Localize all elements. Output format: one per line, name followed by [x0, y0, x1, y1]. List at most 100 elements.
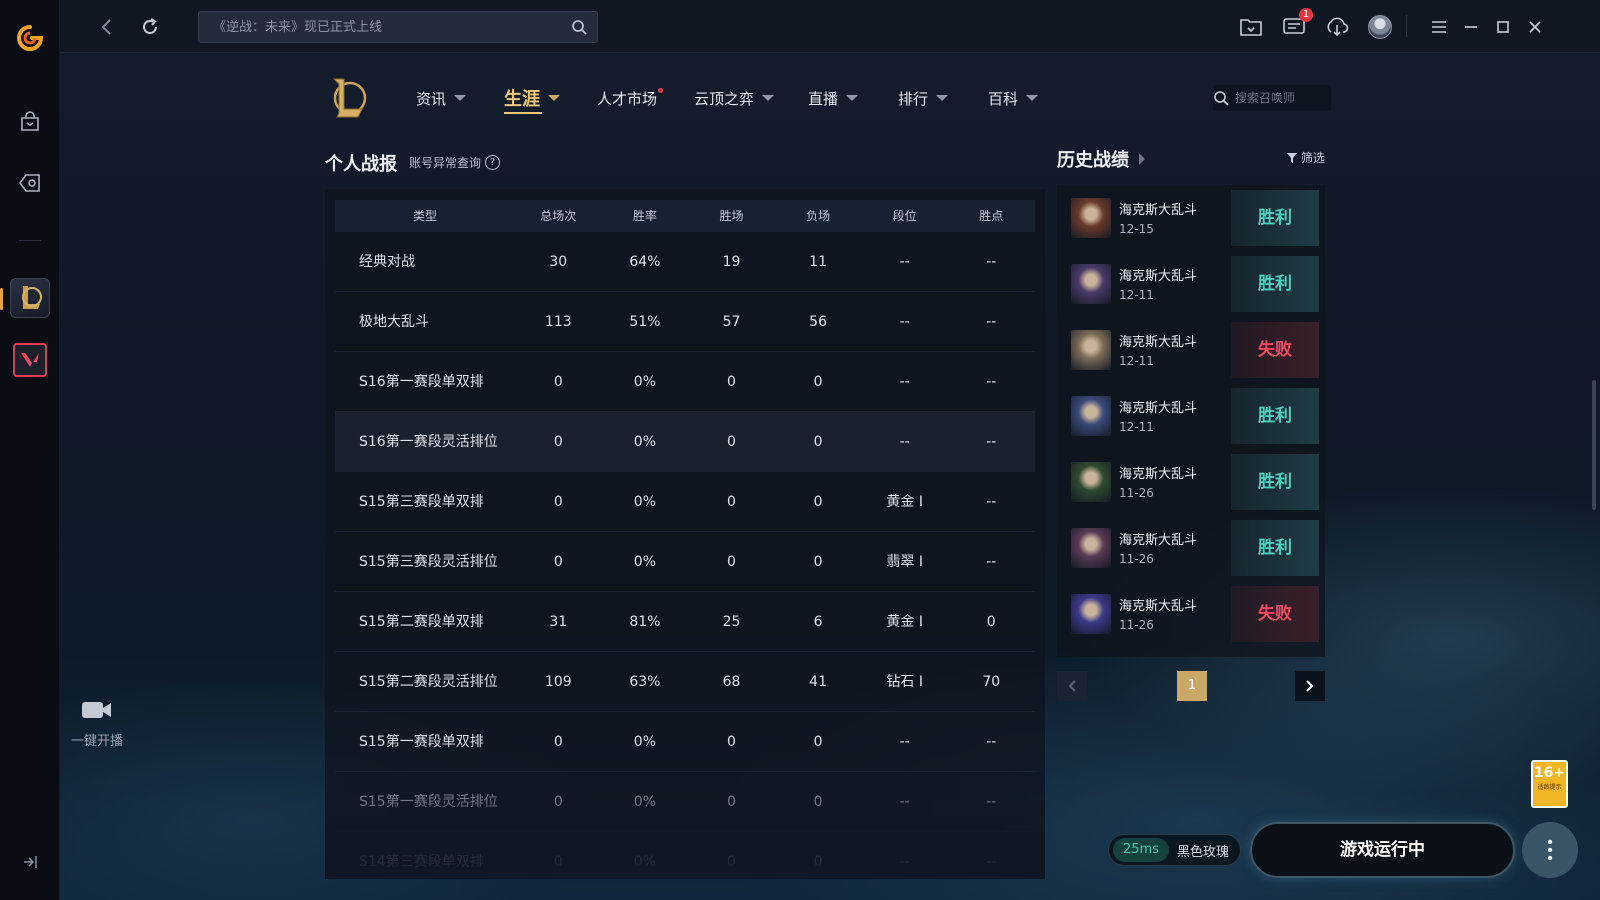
table-row[interactable]: S15第三赛段灵活排位 0 0% 0 0 翡翠 I -- [335, 532, 1035, 592]
match-item[interactable]: 海克斯大乱斗 12-11 胜利 [1057, 383, 1325, 445]
nav-ranking[interactable]: 排行 [898, 84, 949, 112]
match-item[interactable]: 海克斯大乱斗 11-26 胜利 [1057, 515, 1325, 577]
table-row[interactable]: S15第三赛段单双排 0 0% 0 0 黄金 I -- [335, 472, 1035, 532]
valorant-app-icon[interactable] [0, 340, 60, 380]
table-cell: 0 [727, 374, 736, 390]
summoner-search-input[interactable] [1229, 91, 1319, 105]
table-cell: 极地大乱斗 [359, 314, 429, 330]
table-cell: -- [899, 854, 910, 870]
match-result: 失败 [1231, 586, 1319, 642]
table-cell: 0 [727, 734, 736, 750]
table-cell: 0 [553, 854, 563, 870]
match-date: 12-11 [1119, 354, 1154, 368]
scrollbar[interactable] [1592, 380, 1596, 510]
table-row[interactable]: S15第一赛段灵活排位 0 0% 0 0 -- -- [335, 772, 1035, 832]
nav-wiki[interactable]: 百科 [988, 84, 1039, 112]
menu-icon[interactable] [1426, 14, 1452, 40]
col-type: 类型 [412, 209, 437, 223]
lol-app-icon[interactable] [0, 278, 60, 318]
table-row[interactable]: S16第一赛段单双排 0 0% 0 0 -- -- [335, 352, 1035, 412]
table-cell: 0 [553, 554, 563, 570]
game-running-button[interactable]: 游戏运行中 [1250, 822, 1515, 878]
nav-career[interactable]: 生涯 [504, 84, 560, 114]
refresh-icon[interactable] [137, 14, 163, 40]
nav-live[interactable]: 直播 [808, 84, 859, 112]
close-icon[interactable] [1522, 14, 1548, 40]
champion-portrait [1071, 330, 1111, 370]
nav-talent-market[interactable]: 人才市场 [597, 84, 664, 112]
table-cell: 黄金 I [886, 614, 923, 630]
table-cell: S15第二赛段灵活排位 [359, 674, 498, 690]
col-total: 总场次 [540, 209, 577, 223]
table-header: 类型 总场次 胜率 胜场 负场 段位 胜点 [335, 200, 1035, 232]
table-cell: S15第二赛段单双排 [359, 614, 484, 630]
filter-button[interactable]: 筛选 [1286, 149, 1325, 166]
page-number[interactable]: 1 [1177, 671, 1207, 701]
user-avatar[interactable] [1367, 14, 1393, 40]
table-cell: 11 [809, 254, 827, 270]
account-anomaly-link[interactable]: 账号异常查询 ? [409, 154, 501, 171]
match-result: 胜利 [1231, 190, 1319, 246]
table-cell: 0 [553, 734, 563, 750]
prev-page-button[interactable] [1057, 671, 1087, 701]
table-cell: 翡翠 I [886, 554, 923, 570]
table-cell: 0 [553, 494, 563, 510]
history-list: 海克斯大乱斗 12-15 胜利 海克斯大乱斗 12-11 胜利 海克斯大乱斗 12-11 失败海… [1057, 185, 1325, 657]
table-row[interactable]: 极地大乱斗 113 51% 57 56 -- -- [335, 292, 1035, 352]
match-item[interactable]: 海克斯大乱斗 12-15 胜利 [1057, 185, 1325, 247]
table-cell: 63% [629, 674, 661, 690]
messages-icon[interactable]: 1 [1281, 8, 1313, 40]
table-cell: 51% [629, 314, 661, 330]
server-status[interactable]: 25ms 黑色玫瑰 [1108, 834, 1241, 866]
match-item[interactable]: 海克斯大乱斗 11-26 胜利 [1057, 449, 1325, 511]
match-date: 11-26 [1119, 552, 1154, 566]
nav-news[interactable]: 资讯 [416, 84, 467, 112]
table-cell: 31 [549, 614, 568, 630]
game-tag-icon[interactable] [0, 163, 60, 203]
nav-tft[interactable]: 云顶之弈 [694, 84, 775, 112]
match-mode: 海克斯大乱斗 [1119, 203, 1198, 218]
chevron-right-icon [1306, 680, 1314, 692]
global-search-input[interactable] [199, 12, 559, 42]
table-cell: S16第一赛段单双排 [359, 374, 484, 390]
more-options-button[interactable] [1522, 822, 1578, 878]
maximize-icon[interactable] [1490, 14, 1516, 40]
store-bag-icon[interactable] [0, 102, 60, 142]
match-item[interactable]: 海克斯大乱斗 12-11 失败 [1057, 317, 1325, 379]
match-item[interactable]: 海克斯大乱斗 12-11 胜利 [1057, 251, 1325, 313]
table-cell: 0% [633, 734, 656, 750]
table-row[interactable]: S15第一赛段单双排 0 0% 0 0 -- -- [335, 712, 1035, 772]
table-row[interactable]: S14第三赛段单双排 0 0% 0 0 -- -- [335, 832, 1035, 879]
download-icon[interactable] [1324, 14, 1350, 40]
match-date: 11-26 [1119, 486, 1154, 500]
table-cell: 0 [813, 434, 823, 450]
search-icon[interactable] [1213, 90, 1229, 106]
chevron-down-icon [548, 95, 560, 101]
table-cell: -- [986, 734, 997, 750]
match-item[interactable]: 海克斯大乱斗 11-26 失败 [1057, 581, 1325, 643]
search-icon[interactable] [571, 19, 587, 39]
one-click-live-button[interactable]: 一键开播 [60, 700, 134, 749]
table-cell: 109 [544, 674, 572, 690]
table-row[interactable]: S16第一赛段灵活排位 0 0% 0 0 -- -- [335, 412, 1035, 472]
history-title[interactable]: 历史战绩 [1057, 146, 1145, 172]
next-page-button[interactable] [1295, 671, 1325, 701]
help-icon[interactable]: ? [485, 155, 501, 170]
record-title: 个人战报 [325, 154, 397, 175]
table-cell: 0 [553, 374, 563, 390]
table-cell: 0 [813, 374, 823, 390]
match-date: 12-11 [1119, 420, 1154, 434]
col-wins: 胜场 [719, 209, 744, 223]
lol-logo-icon[interactable] [328, 76, 368, 120]
table-cell: S15第一赛段单双排 [359, 734, 484, 750]
table-row[interactable]: S15第二赛段灵活排位 109 63% 68 41 钻石 I 70 [335, 652, 1035, 712]
table-row[interactable]: S15第二赛段单双排 31 81% 25 6 黄金 I 0 [335, 592, 1035, 652]
minimize-icon[interactable] [1458, 14, 1484, 40]
champion-portrait [1071, 462, 1111, 502]
back-arrow-icon[interactable] [94, 14, 120, 40]
folder-icon[interactable] [1238, 14, 1264, 40]
table-cell: -- [899, 254, 910, 270]
table-row[interactable]: 经典对战 30 64% 19 11 -- -- [335, 232, 1035, 292]
collapse-rail-icon[interactable] [0, 842, 60, 882]
wegame-logo-icon[interactable] [0, 18, 60, 58]
